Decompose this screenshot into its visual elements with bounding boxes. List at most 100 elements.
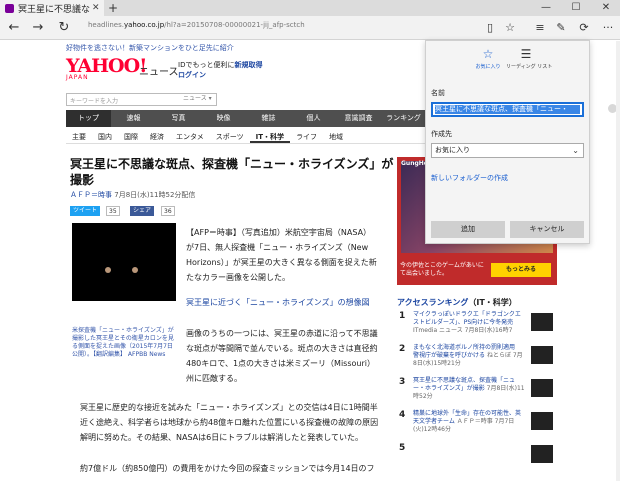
ranking-thumbnail[interactable]: [531, 412, 553, 430]
ranking-text[interactable]: まもなく北海道ボルノ所持の罰則適用 警視庁が破棄を呼びかける ねとらぼ 7月8日…: [413, 344, 525, 368]
category-nav-item[interactable]: スポーツ: [210, 130, 250, 143]
article-paragraph-3: 冥王星に歴史的な接近を試みた「ニュー・ホライズンズ」との交信は4日に1時間半近く…: [80, 403, 379, 442]
tweet-count: 35: [106, 206, 120, 216]
tweet-button[interactable]: ツイート: [70, 206, 101, 216]
ranking-thumbnail[interactable]: [531, 445, 553, 463]
login-prompt: IDでもっと便利に: [178, 61, 235, 69]
category-nav-item[interactable]: 国内: [92, 130, 118, 143]
add-button[interactable]: 追加: [431, 221, 505, 238]
name-label: 名前: [431, 89, 445, 97]
main-nav: トップ 速報 写真 映像 雑誌 個人 意識調査 ランキング: [66, 110, 426, 127]
category-nav-item[interactable]: 主要: [66, 130, 92, 143]
share-icon[interactable]: ⟳: [577, 21, 591, 35]
ranking-headline[interactable]: マイクラっぽいドラクエ「ドラゴンクエストビルダーズ」、PS向けに今冬発売: [413, 311, 521, 326]
yahoo-logo-sub: JAPAN: [66, 74, 89, 81]
ranking-thumbnail[interactable]: [531, 379, 553, 397]
ad-more-button[interactable]: もっとみる: [491, 263, 551, 277]
tab-favorites[interactable]: ☆ お気に入り: [468, 47, 508, 70]
web-note-icon[interactable]: ✎: [554, 21, 568, 35]
facebook-share-button[interactable]: シェア: [130, 206, 155, 216]
register-link[interactable]: 新規取得: [234, 61, 262, 69]
ranking-text[interactable]: 精巣に地球外「生命」存在の可能性、英天文学者チーム ＡＦＰ＝時事 7月7日(火)…: [413, 410, 525, 434]
main-nav-item[interactable]: トップ: [66, 110, 111, 127]
close-window-button[interactable]: ✕: [596, 0, 616, 16]
tab-title: 冥王星に不思議な斑点、: [18, 4, 90, 15]
save-in-select[interactable]: お気に入り ⌄: [431, 143, 584, 158]
favorites-star-icon: ☆: [482, 47, 494, 61]
tab-reading-list[interactable]: ☰ リーディング リスト: [506, 47, 553, 70]
category-nav-item[interactable]: 地域: [323, 130, 349, 143]
main-nav-item[interactable]: 写真: [156, 110, 201, 127]
address-path: /hl?a=20150708-00000021-jij_afp-sctch: [164, 21, 305, 29]
ranking-text[interactable]: 冥王星に不思議な斑点、探査機「ニュー・ホライズンズ」が撮影 7月8日(水)11時…: [413, 377, 525, 401]
photo-caption[interactable]: 米探査機「ニュー・ホライズンズ」が撮影した冥王星とその衛星カロンを見る側面を捉え…: [72, 327, 178, 359]
byline-source[interactable]: ＡＦＰ＝時事: [70, 191, 112, 199]
more-icon[interactable]: ···: [601, 21, 615, 35]
maximize-button[interactable]: ☐: [566, 0, 586, 16]
tab-bar: 冥王星に不思議な斑点、 ✕ + — ☐ ✕: [0, 0, 620, 16]
new-tab-button[interactable]: +: [108, 1, 118, 15]
save-in-value: お気に入り: [435, 146, 470, 154]
article-paragraph-2: 画像のうちの一つには、冥王星の赤道に沿って不思議な斑点が等間隔で並んでいる。斑点…: [186, 329, 378, 383]
login-area: IDでもっと便利に新規取得 ログイン: [178, 60, 262, 80]
ranking-meta: ITmedia ニュース 7月8日(水)16時7: [413, 327, 513, 334]
ranking-number: 3: [399, 377, 406, 387]
address-prefix: headlines.: [88, 21, 124, 29]
scrollbar[interactable]: [616, 41, 620, 481]
site-favicon-icon: [5, 3, 14, 13]
charon-image: [132, 267, 138, 273]
share-count: 36: [161, 206, 175, 216]
save-in-label: 作成先: [431, 130, 452, 138]
main-nav-item[interactable]: 個人: [291, 110, 336, 127]
address-domain: yahoo.co.jp: [123, 21, 165, 29]
tab-close-icon[interactable]: ✕: [92, 3, 100, 13]
login-link[interactable]: ログイン: [178, 70, 262, 80]
main-nav-item[interactable]: 速報: [111, 110, 156, 127]
reading-list-icon: ☰: [520, 47, 532, 61]
hub-icon[interactable]: ≡: [533, 21, 547, 35]
back-icon[interactable]: ←: [5, 20, 23, 36]
related-link[interactable]: 冥王星に近づく「ニュー・ホライズンズ」の想像図: [186, 297, 370, 308]
category-nav-item[interactable]: エンタメ: [170, 130, 210, 143]
category-nav-item[interactable]: IT・科学: [249, 130, 291, 143]
main-nav-item[interactable]: ランキング: [381, 110, 426, 127]
category-nav-item[interactable]: ライフ: [290, 130, 323, 143]
ranking-title: アクセスランキング（IT・科学）: [397, 297, 517, 308]
tab-reading-list-label: リーディング リスト: [506, 64, 553, 70]
article-paragraph-1: 【AFP＝時事】（写真追加）米航空宇宙局（NASA）が7日、無人探査機「ニュー・…: [186, 228, 377, 282]
main-nav-item[interactable]: 意識調査: [336, 110, 381, 127]
reading-view-icon[interactable]: ▯: [483, 21, 497, 35]
ranking-text[interactable]: マイクラっぽいドラクエ「ドラゴンクエストビルダーズ」、PS向けに今冬発売 ITm…: [413, 311, 525, 335]
ranking-title-label: アクセスランキング: [397, 298, 469, 307]
favorites-star-icon[interactable]: ☆: [503, 21, 517, 35]
article-headline: 冥王星に不思議な斑点、探査機「ニュー・ホライズンズ」が撮影: [70, 157, 394, 187]
ranking-number: 1: [399, 311, 406, 321]
pluto-image: [105, 267, 111, 273]
cancel-button[interactable]: キャンセル: [510, 221, 584, 238]
category-nav-item[interactable]: 国際: [118, 130, 144, 143]
article-photo[interactable]: [72, 223, 176, 301]
refresh-icon[interactable]: ↻: [55, 20, 73, 36]
tab-favorites-label: お気に入り: [475, 64, 501, 70]
main-nav-item[interactable]: 雑誌: [246, 110, 291, 127]
promo-link[interactable]: 好物件を逃さない！新築マンションをひと足先に紹介: [66, 43, 234, 53]
favorites-flyout: ☆ お気に入り ☰ リーディング リスト 名前 冥王星に不思議な斑点、探査機「ニ…: [425, 40, 590, 244]
favorite-name-input[interactable]: 冥王星に不思議な斑点、探査機「ニュー・: [431, 102, 584, 117]
category-nav-item[interactable]: 経済: [144, 130, 170, 143]
ranking-number: 2: [399, 344, 406, 354]
ranking-thumbnail[interactable]: [531, 346, 553, 364]
article-paragraph-4: 約7億ドル（約850億円）の費用をかけた今回の探査ミッションでは今月14日のフ: [80, 464, 375, 473]
minimize-button[interactable]: —: [536, 0, 556, 16]
address-bar[interactable]: headlines.yahoo.co.jp/hl?a=20150708-0000…: [88, 21, 305, 29]
news-label: ニュース: [139, 67, 179, 78]
browser-tab[interactable]: 冥王星に不思議な斑点、 ✕: [0, 0, 104, 16]
ranking-category: （IT・科学）: [468, 298, 517, 307]
ranking-thumbnail[interactable]: [531, 313, 553, 331]
forward-icon[interactable]: →: [29, 20, 47, 36]
search-category-select[interactable]: ニュース ▾: [183, 93, 212, 102]
main-nav-item[interactable]: 映像: [201, 110, 246, 127]
new-folder-link[interactable]: 新しいフォルダーの作成: [431, 173, 508, 183]
byline: ＡＦＰ＝時事 7月8日(水)11時52分配信: [70, 190, 195, 200]
byline-date: 7月8日(水)11時52分配信: [114, 191, 196, 199]
navigation-bar: ← → ↻ headlines.yahoo.co.jp/hl?a=2015070…: [0, 16, 620, 40]
